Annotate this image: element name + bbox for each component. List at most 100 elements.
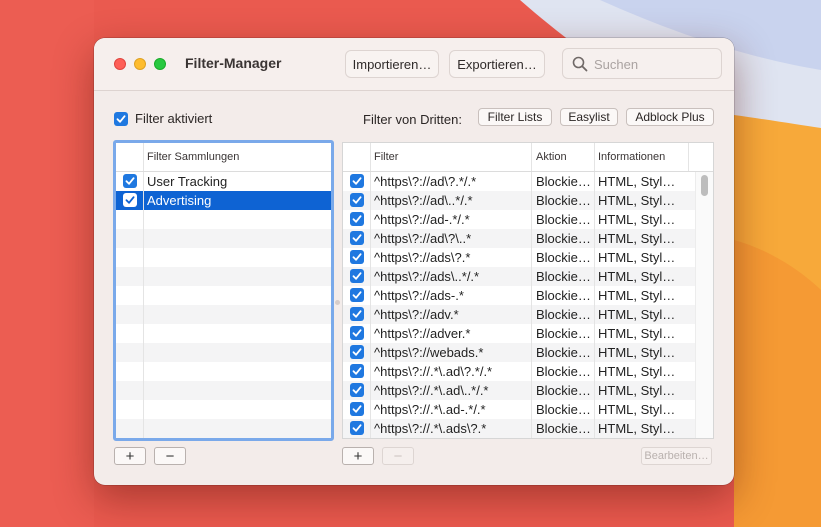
adblock-plus-button[interactable]: Adblock Plus <box>626 108 714 126</box>
filter-row[interactable]: ^https\?://adv.* Blockie… HTML, Styl… <box>343 305 696 324</box>
search-icon <box>572 56 588 77</box>
filter-pattern: ^https\?://.*\.ad\?.*/.* <box>374 364 493 379</box>
filter-row[interactable]: ^https\?://.*\.ad\?.*/.* Blockie… HTML, St… <box>343 362 696 381</box>
collection-row[interactable]: Advertising <box>116 191 331 210</box>
info-column-header[interactable]: Informationen <box>598 151 665 163</box>
window-title: Filter-Manager <box>185 55 282 71</box>
filter-column-header[interactable]: Filter <box>374 151 398 163</box>
filter-row[interactable]: ^https\?://webads.* Blockie… HTML, Styl… <box>343 343 696 362</box>
filter-checkbox[interactable] <box>350 174 364 188</box>
third-party-label: Filter von Dritten: <box>363 112 462 127</box>
close-window-button[interactable] <box>114 58 126 70</box>
filter-action: Blockie… <box>536 174 591 189</box>
filter-checkbox[interactable] <box>350 250 364 264</box>
filter-checkbox[interactable] <box>350 345 364 359</box>
titlebar: Filter-Manager Importieren… Exportieren…… <box>94 38 734 91</box>
filter-action: Blockie… <box>536 345 591 360</box>
empty-row <box>116 248 331 267</box>
collection-checkbox[interactable] <box>123 193 137 207</box>
filter-info: HTML, Styl… <box>598 250 676 265</box>
search-placeholder: Suchen <box>594 57 639 72</box>
filter-info: HTML, Styl… <box>598 326 676 341</box>
empty-row <box>116 229 331 248</box>
filter-row[interactable]: ^https\?://ad-.*/.* Blockie… HTML, Styl… <box>343 210 696 229</box>
empty-row <box>116 400 331 419</box>
filter-info: HTML, Styl… <box>598 307 676 322</box>
filter-pattern: ^https\?://.*\.ad-.*/.* <box>374 402 486 417</box>
filter-action: Blockie… <box>536 421 591 436</box>
filter-pattern: ^https\?://webads.* <box>374 345 484 360</box>
filter-manager-window: Filter-Manager Importieren… Exportieren…… <box>94 38 734 485</box>
add-filter-button[interactable]: + <box>342 447 374 465</box>
filter-row[interactable]: ^https\?://ad\?\..* Blockie… HTML, Styl… <box>343 229 696 248</box>
filter-row[interactable]: ^https\?://ad\..*/.* Blockie… HTML, Styl… <box>343 191 696 210</box>
import-button[interactable]: Importieren… <box>345 50 439 78</box>
filter-row[interactable]: ^https\?://.*\.ads\?.* Blockie… HTML, Styl… <box>343 419 696 438</box>
filter-action: Blockie… <box>536 193 591 208</box>
filter-pattern: ^https\?://ads\..*/.* <box>374 269 480 284</box>
filter-pattern: ^https\?://ad\..*/.* <box>374 193 473 208</box>
remove-collection-button[interactable]: − <box>154 447 186 465</box>
filter-checkbox[interactable] <box>350 193 364 207</box>
export-button[interactable]: Exportieren… <box>449 50 545 78</box>
split-divider-handle[interactable] <box>335 300 340 305</box>
filter-pattern: ^https\?://adv.* <box>374 307 459 322</box>
filter-checkbox[interactable] <box>350 212 364 226</box>
filter-checkbox[interactable] <box>350 307 364 321</box>
collection-checkbox[interactable] <box>123 174 137 188</box>
filter-action: Blockie… <box>536 288 591 303</box>
empty-row <box>116 381 331 400</box>
empty-row <box>116 362 331 381</box>
collections-header: Filter Sammlungen <box>116 143 331 172</box>
filter-info: HTML, Styl… <box>598 269 676 284</box>
filter-row[interactable]: ^https\?://adver.* Blockie… HTML, Styl… <box>343 324 696 343</box>
filter-checkbox[interactable] <box>350 402 364 416</box>
filter-action: Blockie… <box>536 250 591 265</box>
collection-row[interactable]: User Tracking <box>116 172 331 191</box>
empty-row <box>116 305 331 324</box>
vertical-scrollbar[interactable] <box>695 172 713 438</box>
filters-table[interactable]: Filter Aktion Informationen ^https\?://a… <box>342 142 714 439</box>
easylist-button[interactable]: Easylist <box>560 108 618 126</box>
add-collection-button[interactable]: + <box>114 447 146 465</box>
filter-lists-button[interactable]: Filter Lists <box>478 108 552 126</box>
filter-row[interactable]: ^https\?://ads-.* Blockie… HTML, Styl… <box>343 286 696 305</box>
empty-row <box>116 286 331 305</box>
remove-filter-button[interactable]: − <box>382 447 414 465</box>
empty-row <box>116 210 331 229</box>
filter-row[interactable]: ^https\?://.*\.ad-.*/.* Blockie… HTML, Sty… <box>343 400 696 419</box>
filter-checkbox[interactable] <box>350 383 364 397</box>
filter-checkbox[interactable] <box>350 421 364 435</box>
filter-checkbox[interactable] <box>350 288 364 302</box>
action-column-header[interactable]: Aktion <box>536 151 567 163</box>
filter-pattern: ^https\?://.*\.ad\..*/.* <box>374 383 489 398</box>
filter-action: Blockie… <box>536 364 591 379</box>
filter-row[interactable]: ^https\?://ads\?.* Blockie… HTML, Styl… <box>343 248 696 267</box>
filter-pattern: ^https\?://ads-.* <box>374 288 464 303</box>
edit-button[interactable]: Bearbeiten… <box>641 447 712 465</box>
filter-enabled-checkbox[interactable]: Filter aktiviert <box>114 111 212 126</box>
empty-row <box>116 267 331 286</box>
filter-row[interactable]: ^https\?://.*\.ad\..*/.* Blockie… HTML, St… <box>343 381 696 400</box>
filter-checkbox[interactable] <box>350 364 364 378</box>
scrollbar-thumb[interactable] <box>701 175 708 196</box>
minimize-window-button[interactable] <box>134 58 146 70</box>
zoom-window-button[interactable] <box>154 58 166 70</box>
filter-checkbox[interactable] <box>350 231 364 245</box>
filter-info: HTML, Styl… <box>598 421 676 436</box>
search-field[interactable]: Suchen <box>562 48 722 79</box>
filter-row[interactable]: ^https\?://ad\?.*/.* Blockie… HTML, Styl… <box>343 172 696 191</box>
filter-info: HTML, Styl… <box>598 231 676 246</box>
filter-row[interactable]: ^https\?://ads\..*/.* Blockie… HTML, Styl… <box>343 267 696 286</box>
collections-table[interactable]: Filter Sammlungen User Tracking Advertisi… <box>113 140 334 441</box>
filters-header: Filter Aktion Informationen <box>343 143 713 172</box>
filter-enabled-label: Filter aktiviert <box>135 111 213 126</box>
collection-label: User Tracking <box>147 174 228 189</box>
filter-info: HTML, Styl… <box>598 288 676 303</box>
filter-checkbox[interactable] <box>350 326 364 340</box>
filter-info: HTML, Styl… <box>598 193 676 208</box>
filter-checkbox[interactable] <box>350 269 364 283</box>
filter-pattern: ^https\?://.*\.ads\?.* <box>374 421 487 436</box>
filter-action: Blockie… <box>536 231 591 246</box>
collection-label: Advertising <box>147 193 212 208</box>
